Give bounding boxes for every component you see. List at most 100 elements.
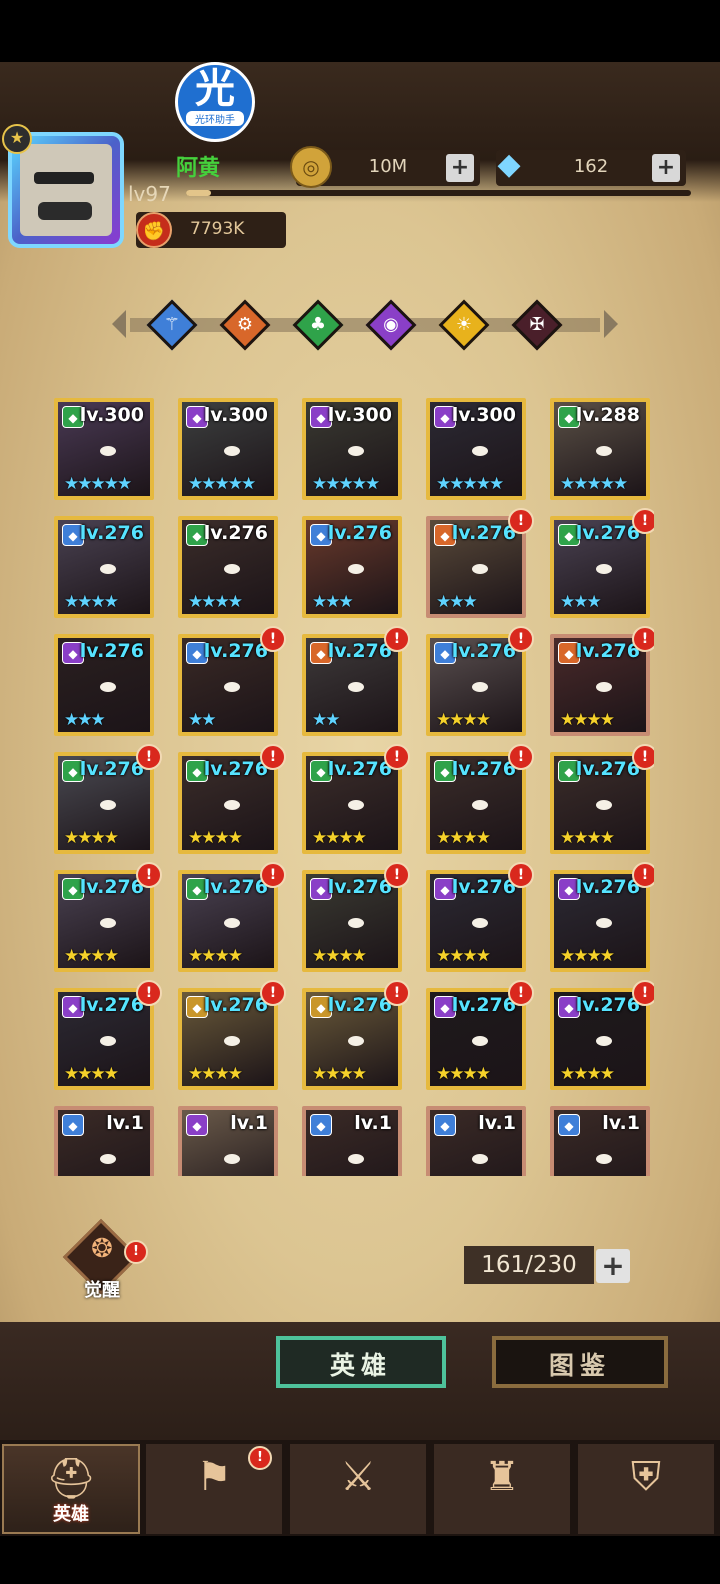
hero-card[interactable]: ◆ lv.276 ★★★★!: [54, 980, 162, 1090]
add-gems-button[interactable]: +: [652, 154, 680, 182]
hero-eye: [596, 564, 612, 574]
hero-card[interactable]: ◆ lv.276 ★★★★!: [302, 744, 410, 854]
nav-helmet[interactable]: ⛑ 英雄: [2, 1444, 140, 1534]
hero-card[interactable]: ◆ lv.300 ★★★★★: [178, 398, 278, 500]
hero-card[interactable]: ◆ lv.276 ★★★★!: [426, 744, 534, 854]
add-gold-button[interactable]: +: [446, 154, 474, 182]
hero-card[interactable]: ◆ lv.276 ★★★★!: [178, 862, 286, 972]
faction-filter-bar: ⚚ ⚙ ♣ ◉ ☀ ✠: [112, 296, 618, 354]
hero-card[interactable]: ◆ lv.276 ★★★★!: [178, 980, 286, 1090]
hero-eye: [472, 1154, 488, 1164]
hero-card[interactable]: ◆ lv.276 ★★★: [54, 634, 154, 736]
tab-codex[interactable]: 图鉴: [492, 1336, 668, 1388]
hero-card[interactable]: ◆ lv.276 ★★★: [302, 516, 402, 618]
hero-stars: ★★★★: [560, 828, 615, 848]
nav-guild[interactable]: ⛨: [578, 1444, 716, 1534]
faction-filter-gear[interactable]: ⚙: [219, 299, 271, 351]
hero-card[interactable]: ◆ lv.300 ★★★★★: [54, 398, 154, 500]
faction-filter-sun[interactable]: ☀: [438, 299, 490, 351]
status-bar: [0, 0, 720, 62]
hero-card[interactable]: ◆ lv.300 ★★★★★: [426, 398, 526, 500]
castle-icon: ♜: [484, 1454, 520, 1500]
upgrade-alert-icon: !: [260, 626, 286, 652]
hero-card[interactable]: ◆ lv.276 ★★★★!: [54, 862, 162, 972]
upgrade-alert-icon: !: [384, 862, 410, 888]
faction-filter-demon[interactable]: ✠: [511, 299, 563, 351]
hero-card[interactable]: ◆ lv.1: [550, 1106, 650, 1176]
upgrade-alert-icon: !: [632, 980, 654, 1006]
fist-icon: ✊: [136, 212, 172, 248]
hero-level: lv.276: [79, 876, 144, 898]
hero-card[interactable]: ◆ lv.1: [426, 1106, 526, 1176]
hero-grid: ◆ lv.300 ★★★★★ ◆ lv.300 ★★★★★ ◆ lv.300 ★★★★★ ◆ lv.…: [54, 396, 654, 1176]
hero-level: lv.276: [327, 994, 392, 1016]
hero-card[interactable]: ◆ lv.300 ★★★★★: [302, 398, 402, 500]
tab-heroes[interactable]: 英雄: [276, 1336, 446, 1388]
expand-capacity-button[interactable]: +: [596, 1249, 630, 1283]
upgrade-alert-icon: !: [136, 744, 162, 770]
hero-card[interactable]: ◆ lv.276 ★★★★!: [550, 980, 654, 1090]
hero-level: lv.276: [575, 876, 640, 898]
hero-eye: [100, 446, 116, 456]
gear-icon: ⚙: [236, 314, 254, 335]
hero-card[interactable]: ◆ lv.288 ★★★★★: [550, 398, 650, 500]
hero-card[interactable]: ◆ lv.276 ★★★★!: [426, 862, 534, 972]
hero-eye: [348, 564, 364, 574]
hero-eye: [224, 682, 240, 692]
hero-level: lv.276: [203, 876, 268, 898]
hero-card[interactable]: ◆ lv.276 ★★★!: [426, 508, 534, 618]
hero-card[interactable]: ◆ lv.276 ★★★★!: [426, 626, 534, 736]
hero-card[interactable]: ◆ lv.276 ★★★★!: [302, 862, 410, 972]
hero-eye: [596, 1036, 612, 1046]
hero-level: lv.276: [327, 758, 392, 780]
hero-level: lv.276: [203, 522, 268, 544]
assistant-badge[interactable]: 光 光环助手: [175, 62, 255, 142]
faction-badge-icon: ◆: [186, 1114, 208, 1136]
nav-crossed-swords[interactable]: ⚔: [290, 1444, 428, 1534]
hero-card[interactable]: ◆ lv.276 ★★★★: [54, 516, 154, 618]
hero-card[interactable]: ◆ lv.276 ★★★★!: [550, 862, 654, 972]
hero-eye: [596, 800, 612, 810]
faction-filter-staff[interactable]: ⚚: [146, 299, 198, 351]
hero-card[interactable]: ◆ lv.276 ★★★★!: [426, 980, 534, 1090]
hero-level: lv.1: [230, 1112, 268, 1134]
filter-right-arrow-icon: [604, 310, 618, 338]
hero-card[interactable]: ◆ lv.276 ★★★★!: [550, 626, 654, 736]
hero-card[interactable]: ◆ lv.1: [54, 1106, 154, 1176]
faction-filter-clover[interactable]: ♣: [292, 299, 344, 351]
hero-level: lv.276: [451, 758, 516, 780]
nav-flag[interactable]: ⚑!: [146, 1444, 284, 1534]
hero-stars: ★★★★: [436, 828, 491, 848]
hero-card[interactable]: ◆ lv.276 ★★★★!: [178, 744, 286, 854]
faction-filter-eye[interactable]: ◉: [365, 299, 417, 351]
hero-eye: [100, 682, 116, 692]
hero-eye: [348, 918, 364, 928]
hero-card[interactable]: ◆ lv.1: [178, 1106, 278, 1176]
hero-card[interactable]: ◆ lv.276 ★★★!: [550, 508, 654, 618]
upgrade-alert-icon: !: [632, 744, 654, 770]
hero-eye: [100, 1036, 116, 1046]
hero-card[interactable]: ◆ lv.1: [302, 1106, 402, 1176]
hero-eye: [100, 918, 116, 928]
faction-badge-icon: ◆: [310, 1114, 332, 1136]
hero-card[interactable]: ◆ lv.276 ★★★★: [178, 516, 278, 618]
hero-level: lv.300: [203, 404, 268, 426]
hero-eye: [472, 1036, 488, 1046]
hero-stars: ★★★★: [560, 946, 615, 966]
hero-eye: [596, 918, 612, 928]
hero-eye: [472, 800, 488, 810]
hero-card[interactable]: ◆ lv.276 ★★!: [178, 626, 286, 736]
hero-card[interactable]: ◆ lv.276 ★★!: [302, 626, 410, 736]
hero-card[interactable]: ◆ lv.276 ★★★★!: [54, 744, 162, 854]
awaken-alert-icon: !: [124, 1240, 148, 1264]
hero-level: lv.276: [203, 758, 268, 780]
hero-card[interactable]: ◆ lv.276 ★★★★!: [550, 744, 654, 854]
hero-eye: [348, 800, 364, 810]
awaken-button[interactable]: ❂ 觉醒 !: [62, 1218, 148, 1301]
nav-castle[interactable]: ♜: [434, 1444, 572, 1534]
hero-level: lv.300: [451, 404, 516, 426]
hero-card[interactable]: ◆ lv.276 ★★★★!: [302, 980, 410, 1090]
awaken-label: 觉醒: [84, 1280, 120, 1301]
upgrade-alert-icon: !: [632, 862, 654, 888]
gem-counter: ◆ 162 +: [496, 147, 686, 186]
